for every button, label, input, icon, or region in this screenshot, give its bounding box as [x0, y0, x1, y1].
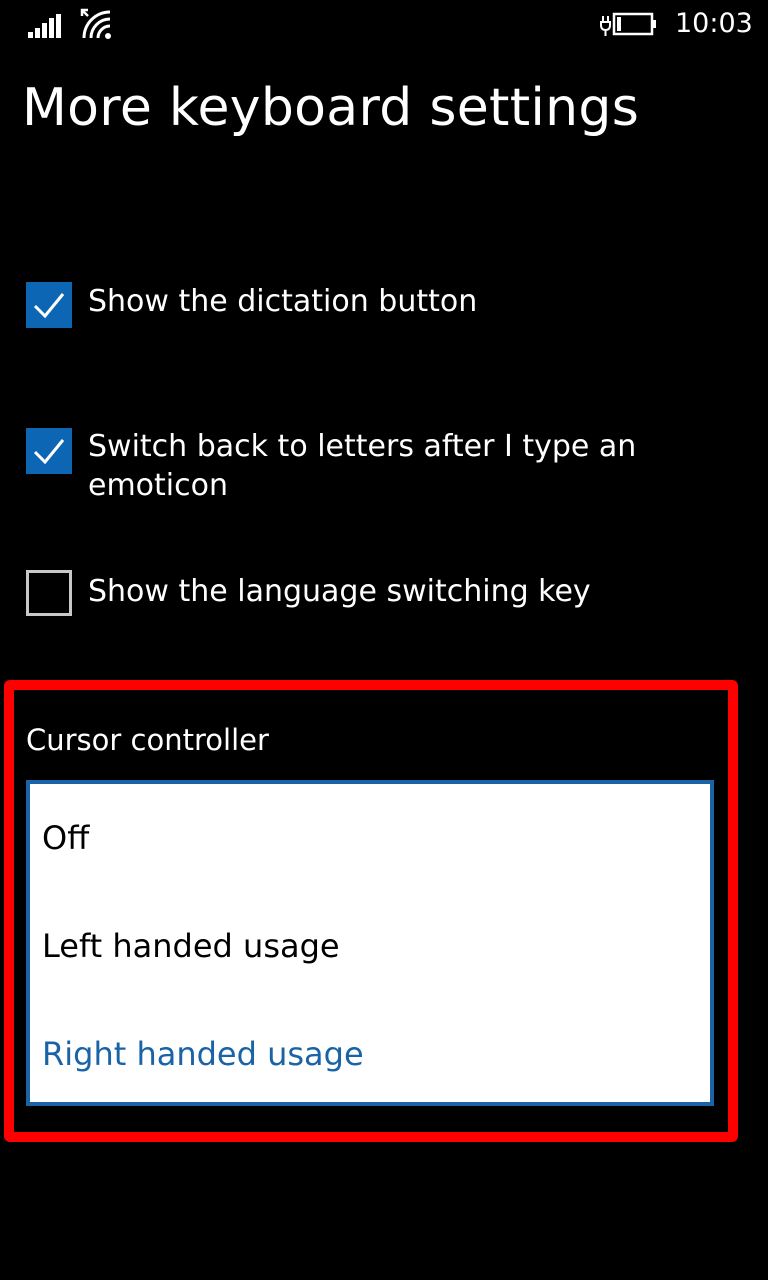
status-bar: 10:03	[0, 0, 768, 50]
option-off[interactable]: Off	[42, 816, 89, 860]
cursor-controller-label: Cursor controller	[26, 723, 269, 757]
status-time: 10:03	[675, 8, 753, 39]
option-left-handed[interactable]: Left handed usage	[42, 924, 340, 968]
checkmark-icon	[33, 439, 65, 465]
option-right-handed-selected[interactable]: Right handed usage	[42, 1032, 364, 1076]
switch-back-letters-label: Switch back to letters after I type an e…	[88, 429, 637, 503]
language-switching-checkbox[interactable]	[26, 570, 72, 616]
wifi-icon	[80, 8, 111, 39]
signal-strength-icon	[28, 14, 61, 38]
dictation-checkbox[interactable]	[26, 282, 72, 328]
battery-charging-icon	[600, 12, 656, 36]
language-switching-label: Show the language switching key	[88, 574, 591, 609]
checkmark-icon	[33, 293, 65, 319]
switch-back-letters-checkbox[interactable]	[26, 428, 72, 474]
cursor-controller-dropdown[interactable]: Off Left handed usage Right handed usage	[26, 780, 714, 1106]
dictation-setting-label: Show the dictation button	[88, 284, 478, 319]
page-title: More keyboard settings	[22, 78, 640, 138]
